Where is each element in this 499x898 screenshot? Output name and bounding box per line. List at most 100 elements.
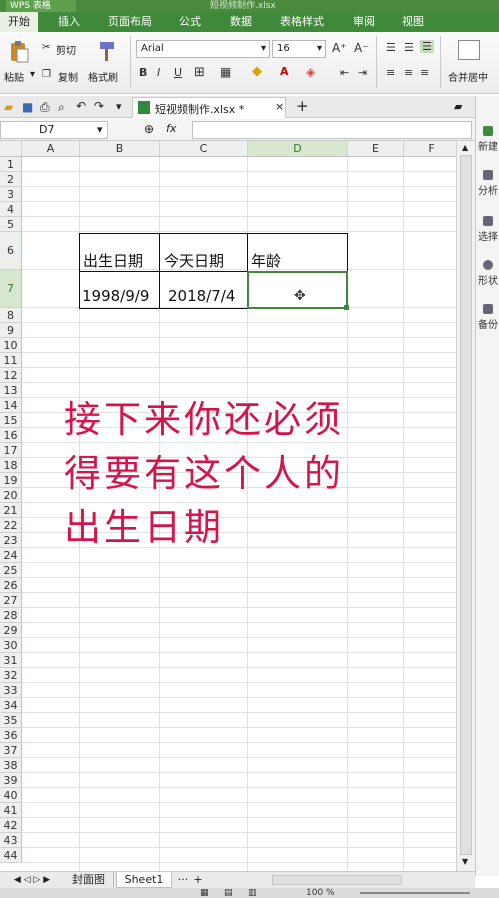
- merge-center-icon[interactable]: [458, 40, 480, 60]
- align-top-icon[interactable]: ☰: [386, 41, 396, 54]
- merge-center-button[interactable]: 合并居中: [448, 69, 488, 84]
- format-painter-button[interactable]: 格式刷: [88, 69, 118, 84]
- row-header[interactable]: 35: [0, 713, 22, 728]
- vertical-scrollbar[interactable]: ▲ ▼: [456, 141, 475, 871]
- chevron-down-icon[interactable]: ▾: [116, 100, 122, 113]
- font-grow-button[interactable]: A⁺: [332, 41, 347, 55]
- zoom-level[interactable]: 100 %: [306, 888, 335, 898]
- fill-pattern-icon[interactable]: ▦: [220, 65, 231, 79]
- row-header[interactable]: 31: [0, 653, 22, 668]
- paste-icon[interactable]: [8, 40, 30, 64]
- sheet-tab-cover[interactable]: 封面图: [64, 872, 114, 888]
- row-header[interactable]: 34: [0, 698, 22, 713]
- bold-button[interactable]: B: [139, 66, 147, 79]
- column-header-c[interactable]: C: [160, 141, 248, 157]
- page-break-view-icon[interactable]: ▥: [248, 888, 257, 898]
- row-header[interactable]: 14: [0, 398, 22, 413]
- row-header[interactable]: 7: [0, 270, 22, 308]
- align-bottom-icon[interactable]: ☰: [420, 40, 434, 53]
- row-header[interactable]: 11: [0, 353, 22, 368]
- formula-input[interactable]: [192, 121, 472, 139]
- row-header[interactable]: 22: [0, 518, 22, 533]
- close-icon[interactable]: ×: [275, 100, 284, 113]
- row-header[interactable]: 15: [0, 413, 22, 428]
- align-left-icon[interactable]: ≡: [386, 66, 395, 79]
- app-title[interactable]: WPS 表格: [6, 0, 76, 12]
- fill-color-icon[interactable]: ◆: [252, 64, 262, 79]
- align-right-icon[interactable]: ≡: [420, 66, 429, 79]
- font-size-select[interactable]: 16 ▾: [272, 40, 326, 58]
- redo-icon[interactable]: ↷: [94, 99, 104, 113]
- row-header[interactable]: 29: [0, 623, 22, 638]
- column-header-e[interactable]: E: [348, 141, 404, 157]
- save-icon[interactable]: ■: [22, 100, 33, 114]
- panel-new[interactable]: 新建: [476, 126, 499, 153]
- font-color-button[interactable]: A: [280, 65, 289, 78]
- cut-icon[interactable]: ✂: [42, 42, 50, 53]
- clear-format-icon[interactable]: ◈: [306, 65, 315, 79]
- row-header[interactable]: 12: [0, 368, 22, 383]
- row-header[interactable]: 18: [0, 458, 22, 473]
- row-header[interactable]: 32: [0, 668, 22, 683]
- font-name-select[interactable]: Arial ▾: [136, 40, 270, 58]
- row-header[interactable]: 44: [0, 848, 22, 863]
- undo-icon[interactable]: ↶: [76, 99, 86, 113]
- indent-decrease-icon[interactable]: ⇤: [340, 66, 349, 79]
- border-icon[interactable]: ⊞: [194, 65, 205, 80]
- panel-select[interactable]: 选择: [476, 216, 499, 243]
- underline-button[interactable]: U: [174, 66, 182, 79]
- column-header-f[interactable]: F: [404, 141, 456, 157]
- align-middle-icon[interactable]: ☰: [404, 41, 414, 54]
- menu-formula[interactable]: 公式: [179, 12, 201, 32]
- column-header-a[interactable]: A: [22, 141, 80, 157]
- italic-button[interactable]: I: [157, 66, 160, 79]
- scroll-up-icon[interactable]: ▲: [462, 143, 468, 152]
- row-header[interactable]: 37: [0, 743, 22, 758]
- menu-view[interactable]: 视图: [402, 12, 424, 32]
- panel-analyze[interactable]: 分析: [476, 170, 499, 197]
- row-header[interactable]: 4: [0, 202, 22, 217]
- row-header[interactable]: 9: [0, 323, 22, 338]
- row-header[interactable]: 3: [0, 187, 22, 202]
- name-box[interactable]: D7 ▾: [0, 121, 108, 139]
- new-tab-button[interactable]: +: [296, 97, 309, 115]
- panel-backup[interactable]: 备份: [476, 304, 499, 331]
- column-header-d[interactable]: D: [248, 141, 348, 157]
- sheet-tab-sheet1[interactable]: Sheet1: [116, 872, 172, 888]
- row-header[interactable]: 25: [0, 563, 22, 578]
- zoom-formula-icon[interactable]: ⊕: [144, 122, 154, 136]
- tab-document[interactable]: 短视频制作.xlsx * ×: [132, 97, 286, 118]
- menu-home[interactable]: 开始: [0, 12, 38, 32]
- row-header[interactable]: 13: [0, 383, 22, 398]
- menu-page-layout[interactable]: 页面布局: [108, 12, 152, 32]
- cut-button[interactable]: 剪切: [56, 42, 76, 57]
- page-layout-view-icon[interactable]: ▤: [224, 888, 233, 898]
- row-header[interactable]: 6: [0, 232, 22, 270]
- row-header[interactable]: 8: [0, 308, 22, 323]
- print-icon[interactable]: ⎙: [40, 100, 50, 115]
- font-shrink-button[interactable]: A⁻: [354, 41, 369, 55]
- row-header[interactable]: 33: [0, 683, 22, 698]
- sheet-nav-icon[interactable]: ◀ ◁ ▷ ▶: [2, 872, 62, 888]
- row-header[interactable]: 43: [0, 833, 22, 848]
- row-header[interactable]: 10: [0, 338, 22, 353]
- row-header[interactable]: 21: [0, 503, 22, 518]
- scroll-down-icon[interactable]: ▼: [462, 857, 468, 866]
- indent-increase-icon[interactable]: ⇥: [358, 66, 367, 79]
- menu-table-style[interactable]: 表格样式: [280, 12, 324, 32]
- scroll-thumb[interactable]: [460, 155, 472, 855]
- row-header[interactable]: 17: [0, 443, 22, 458]
- row-header[interactable]: 24: [0, 548, 22, 563]
- folder-icon[interactable]: ▰: [4, 100, 13, 114]
- select-all-corner[interactable]: [0, 141, 22, 157]
- fx-button[interactable]: fx: [166, 122, 176, 135]
- row-header[interactable]: 20: [0, 488, 22, 503]
- tab-menu-icon[interactable]: ▰: [454, 100, 462, 113]
- copy-icon[interactable]: ❐: [42, 69, 51, 80]
- row-header[interactable]: 1: [0, 157, 22, 172]
- more-sheets-icon[interactable]: ···: [176, 872, 190, 888]
- row-header[interactable]: 16: [0, 428, 22, 443]
- row-header[interactable]: 42: [0, 818, 22, 833]
- row-header[interactable]: 5: [0, 217, 22, 232]
- horizontal-scrollbar[interactable]: [272, 875, 402, 885]
